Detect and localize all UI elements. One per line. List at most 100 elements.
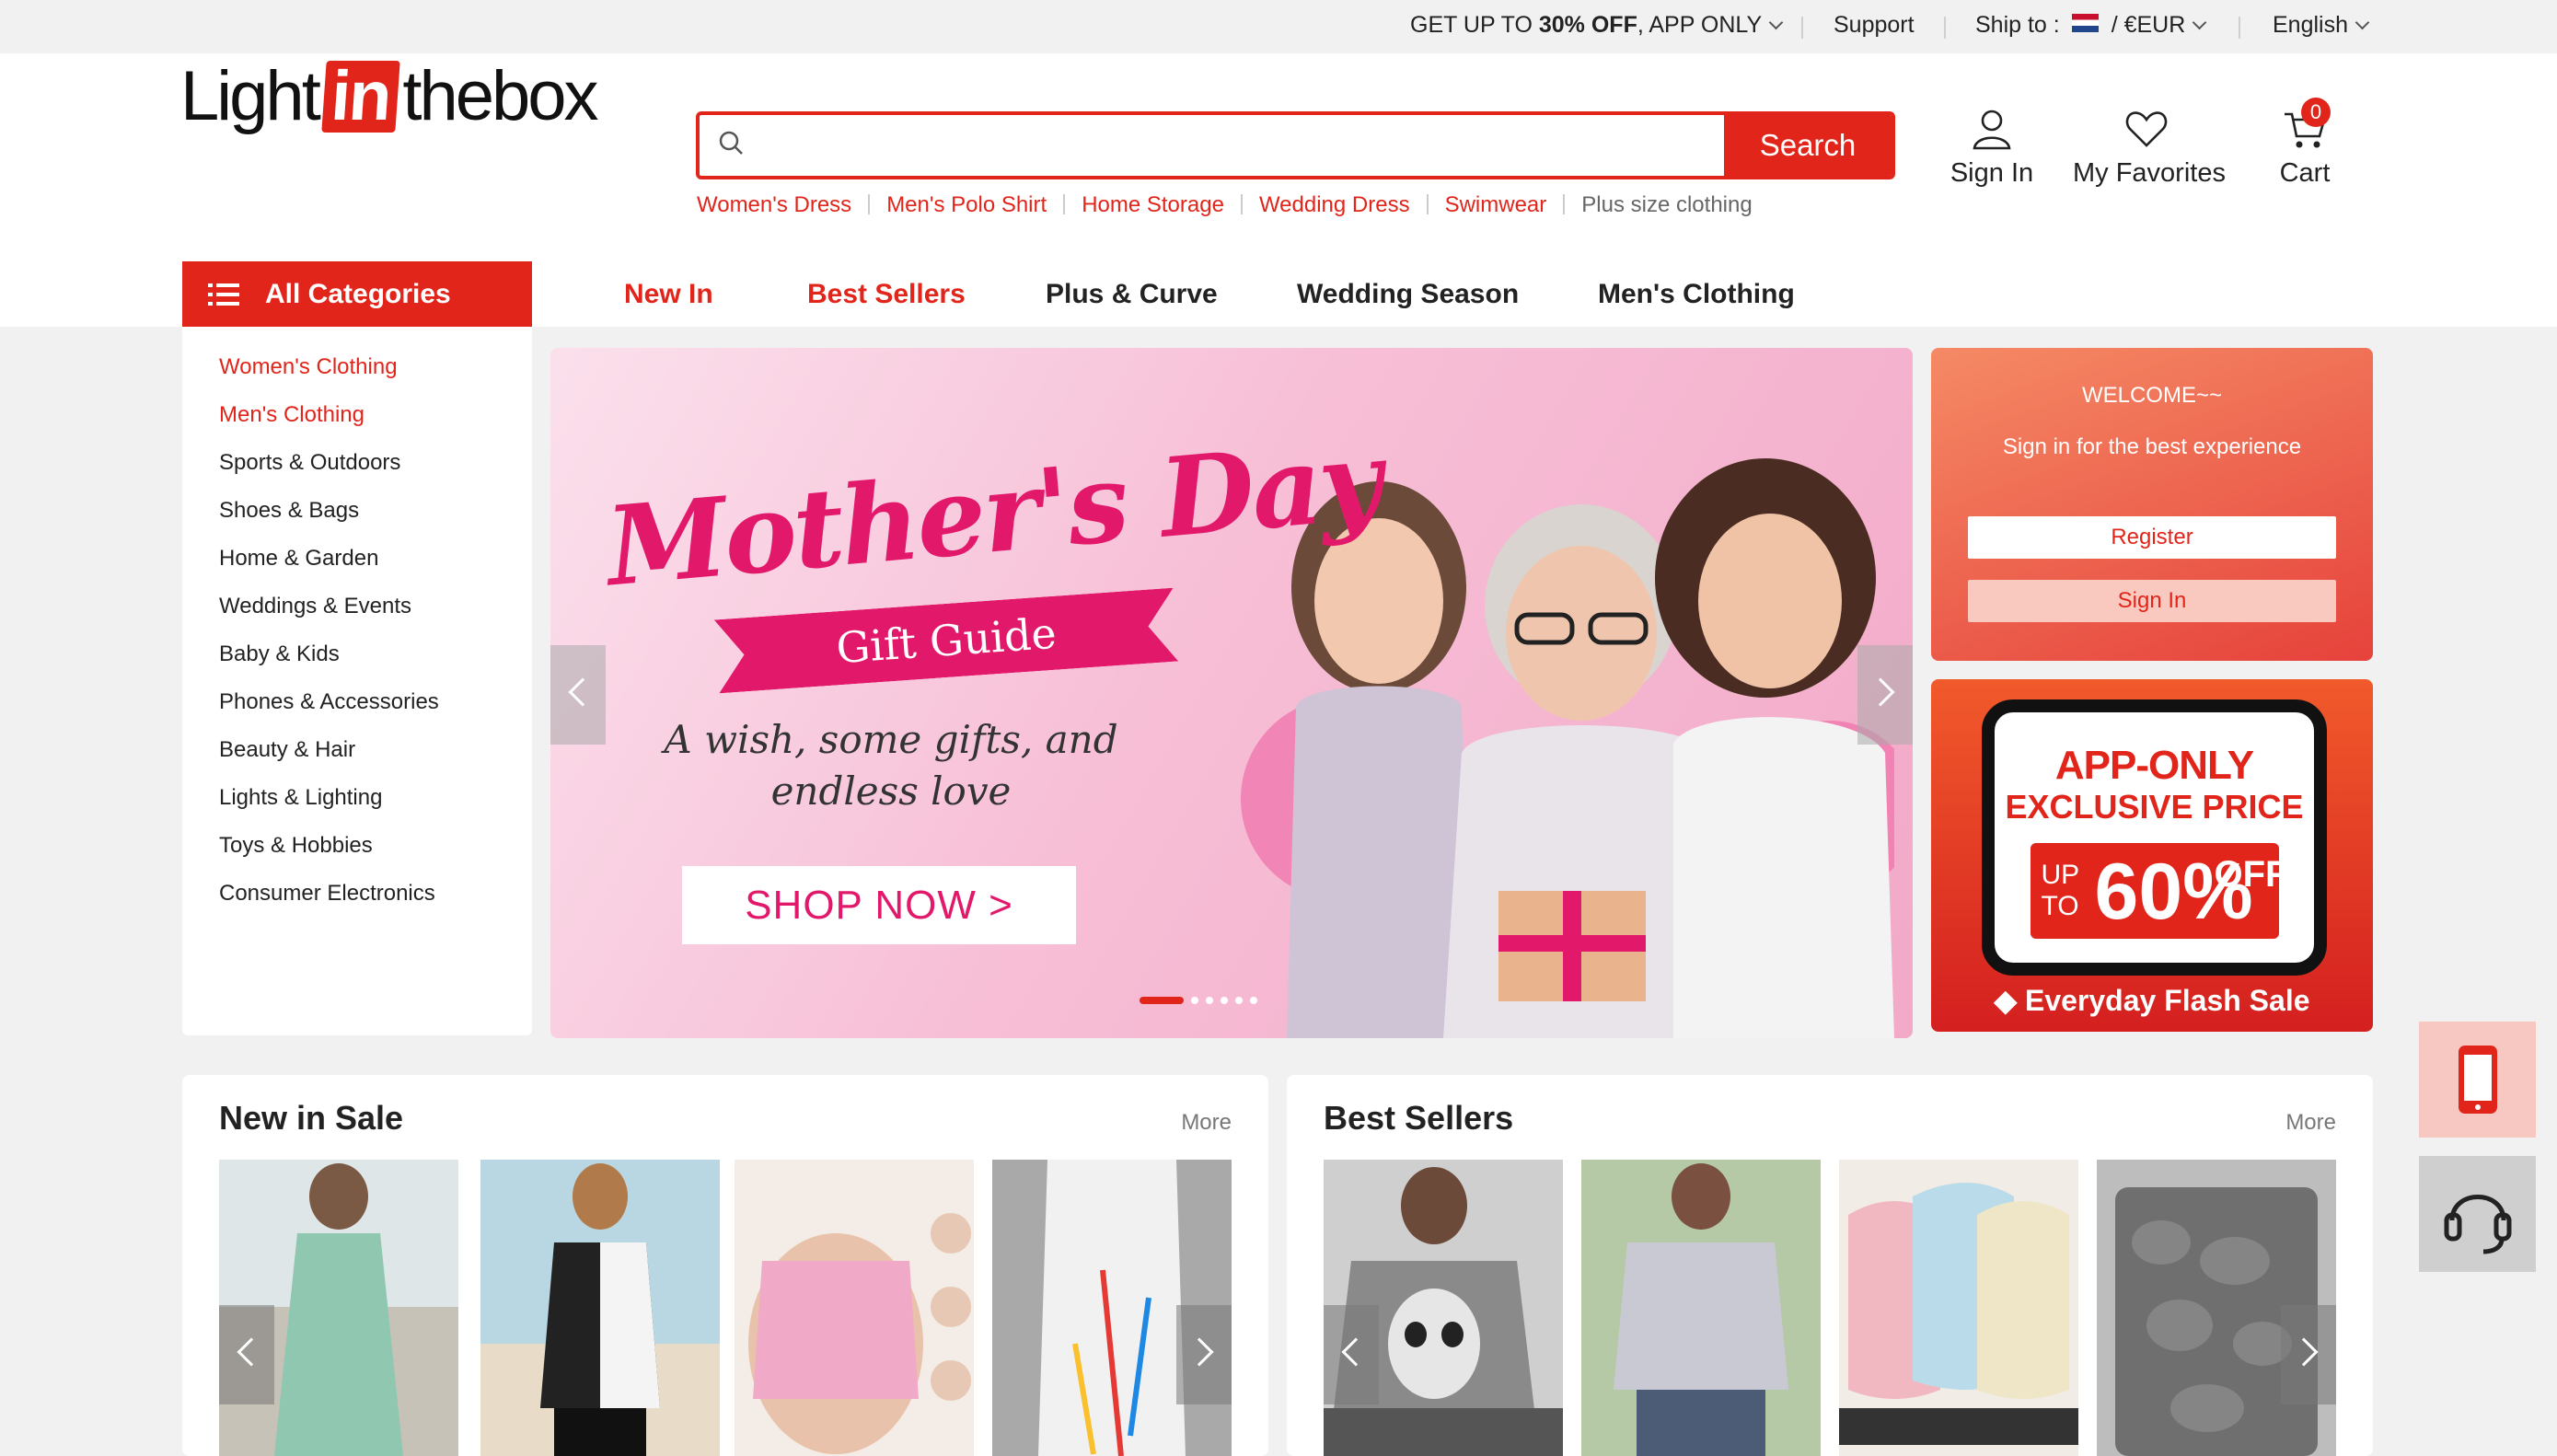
pagination-dot[interactable]: [1250, 996, 1257, 1004]
search-button[interactable]: Search: [1724, 115, 1892, 176]
category-item[interactable]: Consumer Electronics: [219, 881, 435, 907]
nav-wedding-season[interactable]: Wedding Season: [1297, 261, 1519, 327]
up-to-text: UP TO: [2041, 860, 2080, 921]
category-item[interactable]: Men's Clothing: [219, 402, 364, 428]
more-link[interactable]: More: [2285, 1110, 2336, 1136]
more-link[interactable]: More: [1181, 1110, 1232, 1136]
hot-search-link[interactable]: Men's Polo Shirt: [886, 192, 1047, 218]
banner-next-button[interactable]: [1857, 645, 1913, 745]
shop-now-button[interactable]: SHOP NOW >: [682, 866, 1076, 944]
flash-sale-text: Everyday Flash Sale: [2024, 984, 2310, 1017]
exclusive-price-text: EXCLUSIVE PRICE: [2005, 788, 2304, 826]
favorites-label: My Favorites: [2073, 158, 2226, 188]
chevron-left-icon: [568, 677, 597, 707]
category-item[interactable]: Lights & Lighting: [219, 785, 382, 811]
banner-tagline: A wish, some gifts, and endless love: [633, 714, 1149, 817]
pagination-dot[interactable]: [1221, 996, 1228, 1004]
pagination-dot[interactable]: [1235, 996, 1243, 1004]
welcome-title: WELCOME~~: [2081, 383, 2223, 408]
register-button[interactable]: Register: [1968, 516, 2336, 559]
hero-banner[interactable]: Mother's Day Gift Guide A wish, some gif…: [550, 348, 1913, 1038]
hot-search-link[interactable]: Women's Dress: [697, 192, 851, 218]
favorites-link[interactable]: My Favorites: [2073, 107, 2226, 189]
chevron-down-icon: [1768, 15, 1784, 30]
language-label: English: [2273, 12, 2348, 38]
customer-service-button[interactable]: [2419, 1156, 2536, 1272]
nav-best-sellers[interactable]: Best Sellers: [807, 261, 966, 327]
search-icon: [719, 131, 743, 155]
off-text: OFF: [2214, 854, 2288, 895]
app-promo-link[interactable]: GET UP TO 30% OFF, APP ONLY: [1410, 0, 1784, 53]
hot-search-link[interactable]: Home Storage: [1082, 192, 1224, 218]
flash-sale-label: ◆ Everyday Flash Sale: [1931, 983, 2373, 1018]
ship-to-selector[interactable]: Ship to : / €EUR: [1975, 0, 2207, 53]
logo-text-light: Light: [180, 57, 321, 135]
search-input[interactable]: [757, 115, 1677, 176]
pagination-dot[interactable]: [1206, 996, 1213, 1004]
hot-search-link[interactable]: Swimwear: [1445, 192, 1547, 218]
hot-searches: Women's Dress Men's Polo Shirt Home Storag…: [697, 192, 1753, 220]
sign-in-label: Sign In: [1950, 158, 2034, 188]
banner-ribbon: Gift Guide: [714, 588, 1178, 694]
section-prev-button[interactable]: [219, 1305, 274, 1404]
banner-tagline-line: endless love: [770, 768, 1012, 814]
netherlands-flag-icon: [2071, 14, 2099, 33]
chevron-down-icon: [2355, 15, 2370, 30]
best-sellers-section: Best Sellers More: [1287, 1075, 2373, 1456]
banner-prev-button[interactable]: [550, 645, 606, 745]
chevron-down-icon: [2193, 15, 2207, 30]
hot-search-link[interactable]: Plus size clothing: [1581, 192, 1752, 218]
product-image[interactable]: [480, 1160, 720, 1456]
category-item[interactable]: Toys & Hobbies: [219, 833, 373, 859]
language-selector[interactable]: English: [2273, 0, 2370, 53]
product-image[interactable]: [1581, 1160, 1821, 1456]
divider: [1063, 193, 1066, 214]
user-icon: [1973, 110, 2011, 150]
divider: [1944, 17, 1946, 39]
list-icon: [208, 283, 239, 306]
product-image[interactable]: [735, 1160, 974, 1456]
sign-in-button[interactable]: Sign In: [1968, 580, 2336, 622]
category-item[interactable]: Shoes & Bags: [219, 498, 359, 524]
welcome-subtitle: Sign in for the best experience: [2002, 434, 2302, 459]
app-download-button[interactable]: [2419, 1022, 2536, 1138]
logo-text-thebox: thebox: [402, 57, 598, 135]
nav-plus-curve[interactable]: Plus & Curve: [1046, 261, 1218, 327]
promo-suffix: , APP ONLY: [1637, 12, 1763, 38]
hot-search-link[interactable]: Wedding Dress: [1259, 192, 1410, 218]
category-item[interactable]: Women's Clothing: [219, 354, 398, 380]
all-categories-label: All Categories: [265, 279, 451, 309]
section-prev-button[interactable]: [1324, 1305, 1379, 1404]
pagination-dot[interactable]: [1140, 996, 1184, 1004]
sign-in-link[interactable]: Sign In: [1948, 107, 2036, 189]
category-item[interactable]: Phones & Accessories: [219, 689, 439, 715]
nav-new-in[interactable]: New In: [624, 261, 713, 327]
nav-mens-clothing[interactable]: Men's Clothing: [1598, 261, 1795, 327]
phone-icon: [2459, 1046, 2497, 1114]
site-logo[interactable]: Light in thebox: [180, 57, 599, 135]
promo-prefix: GET UP TO: [1410, 12, 1539, 38]
section-title: New in Sale: [219, 1099, 404, 1137]
section-next-button[interactable]: [2281, 1305, 2336, 1404]
app-promo-card[interactable]: APP-ONLY EXCLUSIVE PRICE UP TO 60% OFF ◆…: [1931, 679, 2373, 1032]
category-item[interactable]: Beauty & Hair: [219, 737, 355, 763]
app-only-text: APP-ONLY: [2054, 743, 2254, 788]
section-next-button[interactable]: [1176, 1305, 1232, 1404]
category-item[interactable]: Weddings & Events: [219, 594, 411, 619]
cart-label: Cart: [2279, 158, 2331, 188]
divider: [1563, 193, 1566, 214]
category-item[interactable]: Sports & Outdoors: [219, 450, 400, 476]
divider: [1240, 193, 1243, 214]
category-item[interactable]: Baby & Kids: [219, 641, 340, 667]
tag-icon: ◆: [1994, 984, 2018, 1017]
support-link[interactable]: Support: [1834, 0, 1915, 53]
category-item[interactable]: Home & Garden: [219, 546, 378, 572]
banner-tagline-line: A wish, some gifts, and: [664, 717, 1118, 762]
chevron-right-icon: [1866, 677, 1895, 707]
product-image[interactable]: [1839, 1160, 2078, 1456]
cart-count-badge: 0: [2301, 98, 2331, 127]
discount-box: UP TO 60% OFF: [2030, 843, 2287, 939]
all-categories-button[interactable]: All Categories: [182, 261, 532, 327]
chevron-left-icon: [1341, 1337, 1371, 1367]
pagination-dot[interactable]: [1191, 996, 1198, 1004]
